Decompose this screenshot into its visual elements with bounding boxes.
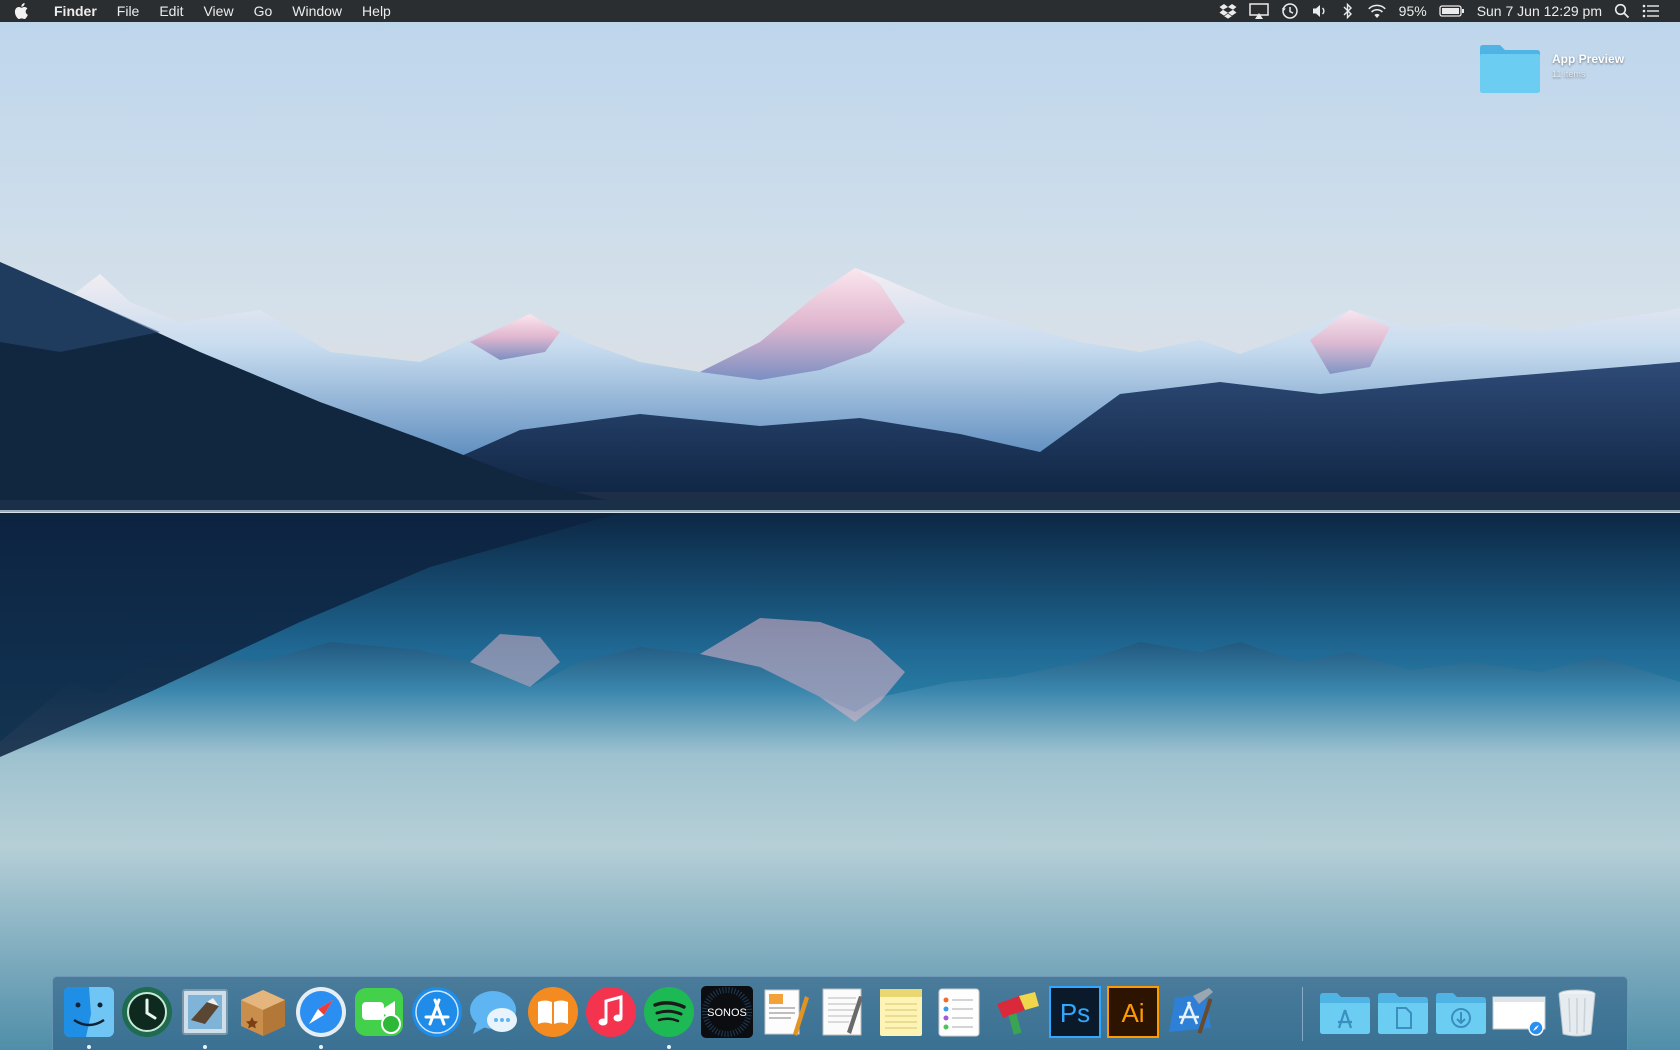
dock-ibooks[interactable] [525,984,581,1040]
dock-textedit[interactable] [815,984,871,1040]
menu-view[interactable]: View [193,0,243,22]
dock-itunes[interactable] [583,984,639,1040]
menu-go[interactable]: Go [244,0,283,22]
running-indicator [667,1045,671,1049]
dock-sonos[interactable]: SONOS [699,984,755,1040]
folder-icon [1480,45,1540,93]
spotlight-icon[interactable] [1608,0,1636,22]
dock-transmit[interactable] [989,984,1045,1040]
menu-bar: Finder File Edit View Go Window Help 95%… [0,0,1680,22]
transmit-icon [997,992,1039,1035]
illustrator-icon: Ai [1107,986,1159,1038]
battery-percent: 95% [1398,3,1427,19]
xcode-icon [1169,988,1213,1034]
running-indicator [319,1045,323,1049]
pages-icon [764,989,809,1036]
dropbox-icon[interactable] [1213,0,1243,22]
safari-window-icon [1492,996,1546,1036]
facetime-icon [355,988,403,1036]
menu-window[interactable]: Window [282,0,352,22]
dock-reminders[interactable] [931,984,987,1040]
dock-minimized-safari-window[interactable] [1491,984,1547,1040]
dock-documents-folder[interactable] [1375,984,1431,1040]
illustrator-label: Ai [1121,998,1144,1028]
notes-icon [880,989,922,1036]
spotify-icon [644,987,694,1037]
apple-menu-icon[interactable] [0,0,44,22]
dock-archive-utility[interactable] [235,984,291,1040]
reminders-icon [938,988,980,1037]
dock-app-store[interactable] [409,984,465,1040]
desktop-folder-app-preview[interactable]: App Preview 11 items [1478,38,1628,94]
dock-finder[interactable] [61,984,117,1049]
dock-messages[interactable] [467,984,523,1040]
bluetooth-icon[interactable] [1335,0,1361,22]
dock-illustrator[interactable]: Ai [1105,984,1161,1040]
dock-facetime[interactable] [351,984,407,1040]
dock-notes[interactable] [873,984,929,1040]
safari-icon [296,987,346,1037]
documents-folder-icon [1378,993,1428,1034]
desktop-folder-name: App Preview [1552,52,1625,66]
dock: SONOS Ps Ai [52,976,1628,1050]
dock-separator [1302,987,1303,1041]
textedit-icon [822,988,863,1036]
clock[interactable]: Sun 7 Jun 12:29 pm [1471,0,1608,22]
dock-spotify[interactable] [641,984,697,1049]
volume-icon[interactable] [1305,0,1335,22]
applications-folder-icon [1320,993,1370,1034]
time-machine-status-icon[interactable] [1275,0,1305,22]
itunes-icon [586,987,636,1037]
menu-file[interactable]: File [107,0,150,22]
dock-safari[interactable] [293,984,349,1049]
dock-applications-folder[interactable] [1317,984,1373,1040]
dock-xcode[interactable] [1163,984,1219,1040]
battery-icon[interactable] [1433,0,1471,22]
dock-pages[interactable] [757,984,813,1040]
ibooks-icon [528,987,578,1037]
running-indicator [203,1045,207,1049]
menu-app-name[interactable]: Finder [44,0,107,22]
dock-downloads-folder[interactable] [1433,984,1489,1040]
menu-help[interactable]: Help [352,0,401,22]
sonos-icon: SONOS [701,986,753,1038]
desktop-folder-subtitle: 11 items [1552,69,1586,79]
app-store-icon [412,987,462,1037]
dock-trash[interactable] [1549,984,1605,1040]
notification-center-icon[interactable] [1636,0,1666,22]
menu-edit[interactable]: Edit [149,0,193,22]
time-machine-icon [122,987,172,1037]
photoshop-label: Ps [1060,998,1090,1028]
trash-icon [1558,989,1596,1037]
downloads-folder-icon [1436,993,1486,1034]
dock-mail[interactable] [177,984,233,1049]
sonos-label: SONOS [707,1007,747,1019]
messages-icon [470,991,517,1034]
airplay-icon[interactable] [1243,0,1275,22]
desktop-wallpaper [0,22,1680,1050]
wifi-icon[interactable] [1361,0,1393,22]
mail-icon [182,989,228,1035]
package-icon [241,990,285,1036]
dock-time-machine[interactable] [119,984,175,1040]
finder-icon [64,987,114,1037]
photoshop-icon: Ps [1049,986,1101,1038]
running-indicator [87,1045,91,1049]
dock-photoshop[interactable]: Ps [1047,984,1103,1040]
